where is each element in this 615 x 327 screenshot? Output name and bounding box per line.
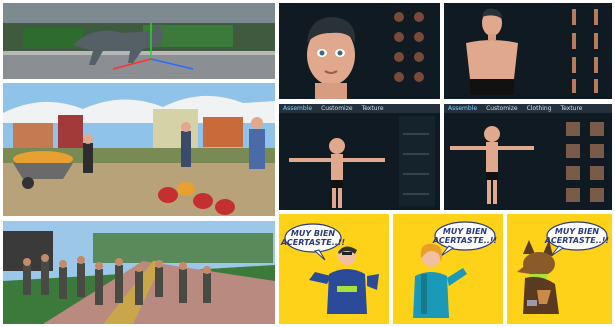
character-body-image bbox=[444, 3, 612, 99]
farm-market-tile[interactable] bbox=[3, 83, 275, 216]
tab-texture[interactable]: Texture bbox=[362, 105, 384, 112]
heroine-bubble-line-1: MUY BIEN bbox=[443, 227, 488, 236]
character-head-tile[interactable] bbox=[279, 3, 440, 99]
editor-tabs-2: Assemble Customize Clothing Texture bbox=[444, 104, 612, 113]
dog-bubble-line-2: ACERTASTE..!! bbox=[544, 236, 610, 245]
editor-tabs-1: Assemble Customize Texture bbox=[279, 104, 440, 113]
dog-bubble-line-1: MUY BIEN bbox=[555, 227, 600, 236]
heroine-bubble-line-2: ACERTASTE..!! bbox=[432, 236, 498, 245]
zombie-crowd-image bbox=[3, 221, 275, 324]
comic-panel-heroine-image: MUY BIEN ACERTASTE..!! bbox=[393, 214, 503, 324]
wolf-scene-tile[interactable] bbox=[3, 3, 275, 79]
comic-panel-hero-image: MUY BIEN ACERTASTE..!! bbox=[279, 214, 389, 324]
character-tpose-1-image bbox=[279, 104, 440, 210]
wolf-scene-image bbox=[3, 3, 275, 79]
comic-panel-dog-tile[interactable]: MUY BIEN ACERTASTE..!! bbox=[507, 214, 612, 324]
tab-assemble-2[interactable]: Assemble bbox=[448, 105, 477, 112]
comic-panel-hero-tile[interactable]: MUY BIEN ACERTASTE..!! bbox=[279, 214, 389, 324]
tab-clothing-2[interactable]: Clothing bbox=[527, 105, 552, 112]
character-head-image bbox=[279, 3, 440, 99]
tab-customize-2[interactable]: Customize bbox=[486, 105, 518, 112]
tab-texture-2[interactable]: Texture bbox=[561, 105, 583, 112]
zombie-crowd-tile[interactable] bbox=[3, 221, 275, 324]
farm-market-image bbox=[3, 83, 275, 216]
character-tpose-2-image bbox=[444, 104, 612, 210]
character-tpose-1-tile[interactable]: Assemble Customize Texture bbox=[279, 104, 440, 210]
comic-panel-dog-image: MUY BIEN ACERTASTE..!! bbox=[507, 214, 612, 324]
tab-customize[interactable]: Customize bbox=[321, 105, 353, 112]
hero-bubble-line-2: ACERTASTE..!! bbox=[280, 238, 346, 247]
character-body-tile[interactable] bbox=[444, 3, 612, 99]
hero-bubble-line-1: MUY BIEN bbox=[291, 229, 336, 238]
character-tpose-2-tile[interactable]: Assemble Customize Clothing Texture bbox=[444, 104, 612, 210]
comic-panel-heroine-tile[interactable]: MUY BIEN ACERTASTE..!! bbox=[393, 214, 503, 324]
tab-assemble[interactable]: Assemble bbox=[283, 105, 312, 112]
